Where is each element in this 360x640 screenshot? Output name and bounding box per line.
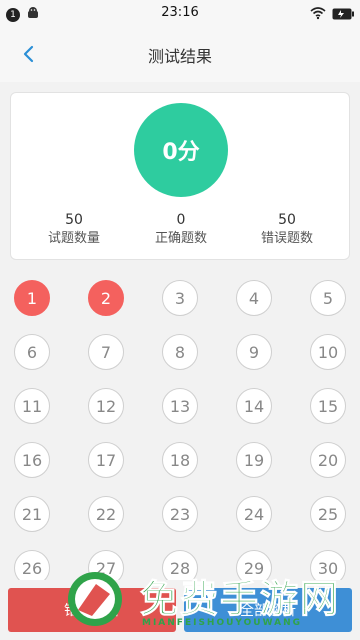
question-number-button[interactable]: 23 — [162, 496, 198, 532]
page-title: 测试结果 — [147, 47, 212, 66]
status-bar: 1 23:16 — [0, 0, 360, 26]
stat-correct: 0 正确题数 — [126, 211, 236, 249]
question-number-button[interactable]: 18 — [162, 442, 198, 478]
question-number-button[interactable]: 8 — [162, 334, 198, 370]
stat-label: 错误题数 — [260, 231, 313, 246]
question-number-button[interactable]: 3 — [162, 280, 198, 316]
score-circle: 0分 — [134, 103, 228, 197]
question-number-button[interactable]: 22 — [88, 496, 124, 532]
nav-bar: 测试结果 — [0, 26, 360, 82]
question-number-button[interactable]: 19 — [236, 442, 272, 478]
question-number-button[interactable]: 17 — [88, 442, 124, 478]
question-number-button[interactable]: 11 — [14, 388, 50, 424]
question-number-button[interactable]: 9 — [236, 334, 272, 370]
question-number-button[interactable]: 14 — [236, 388, 272, 424]
question-number-button[interactable]: 1 — [14, 280, 50, 316]
stat-label: 正确题数 — [154, 231, 207, 246]
question-number-button[interactable]: 6 — [14, 334, 50, 370]
question-number-button[interactable]: 4 — [236, 280, 272, 316]
status-time: 23:16 — [161, 5, 199, 20]
status-right — [310, 5, 354, 24]
question-number-button[interactable]: 25 — [310, 496, 346, 532]
battery-icon — [332, 5, 354, 24]
wrong-analysis-button[interactable]: 错题解析 — [8, 588, 176, 632]
stat-total: 50 试题数量 — [19, 211, 129, 249]
question-number-button[interactable]: 10 — [310, 334, 346, 370]
wifi-icon — [310, 5, 326, 24]
result-summary-card: 0分 50 试题数量 0 正确题数 50 错误题数 — [10, 92, 350, 260]
question-grid: 1 2 3 4 5 6 7 8 9 10 11 12 13 14 15 16 17 18 19 20 21 22 23 24 2… — [0, 270, 360, 586]
stat-value: 50 — [65, 212, 83, 228]
stat-value: 0 — [176, 212, 186, 228]
bottom-bar: 错题解析 全部解析 — [0, 580, 360, 640]
question-number-button[interactable]: 15 — [310, 388, 346, 424]
question-number-button[interactable]: 13 — [162, 388, 198, 424]
question-number-button[interactable]: 20 — [310, 442, 346, 478]
stat-wrong: 50 错误题数 — [232, 211, 342, 249]
stat-label: 试题数量 — [47, 231, 100, 246]
question-number-button[interactable]: 12 — [88, 388, 124, 424]
question-number-button[interactable]: 7 — [88, 334, 124, 370]
question-number-button[interactable]: 24 — [236, 496, 272, 532]
stat-value: 50 — [278, 212, 296, 228]
question-number-button[interactable]: 2 — [88, 280, 124, 316]
question-number-button[interactable]: 21 — [14, 496, 50, 532]
question-number-button[interactable]: 5 — [310, 280, 346, 316]
question-number-button[interactable]: 16 — [14, 442, 50, 478]
all-analysis-button[interactable]: 全部解析 — [184, 588, 352, 632]
